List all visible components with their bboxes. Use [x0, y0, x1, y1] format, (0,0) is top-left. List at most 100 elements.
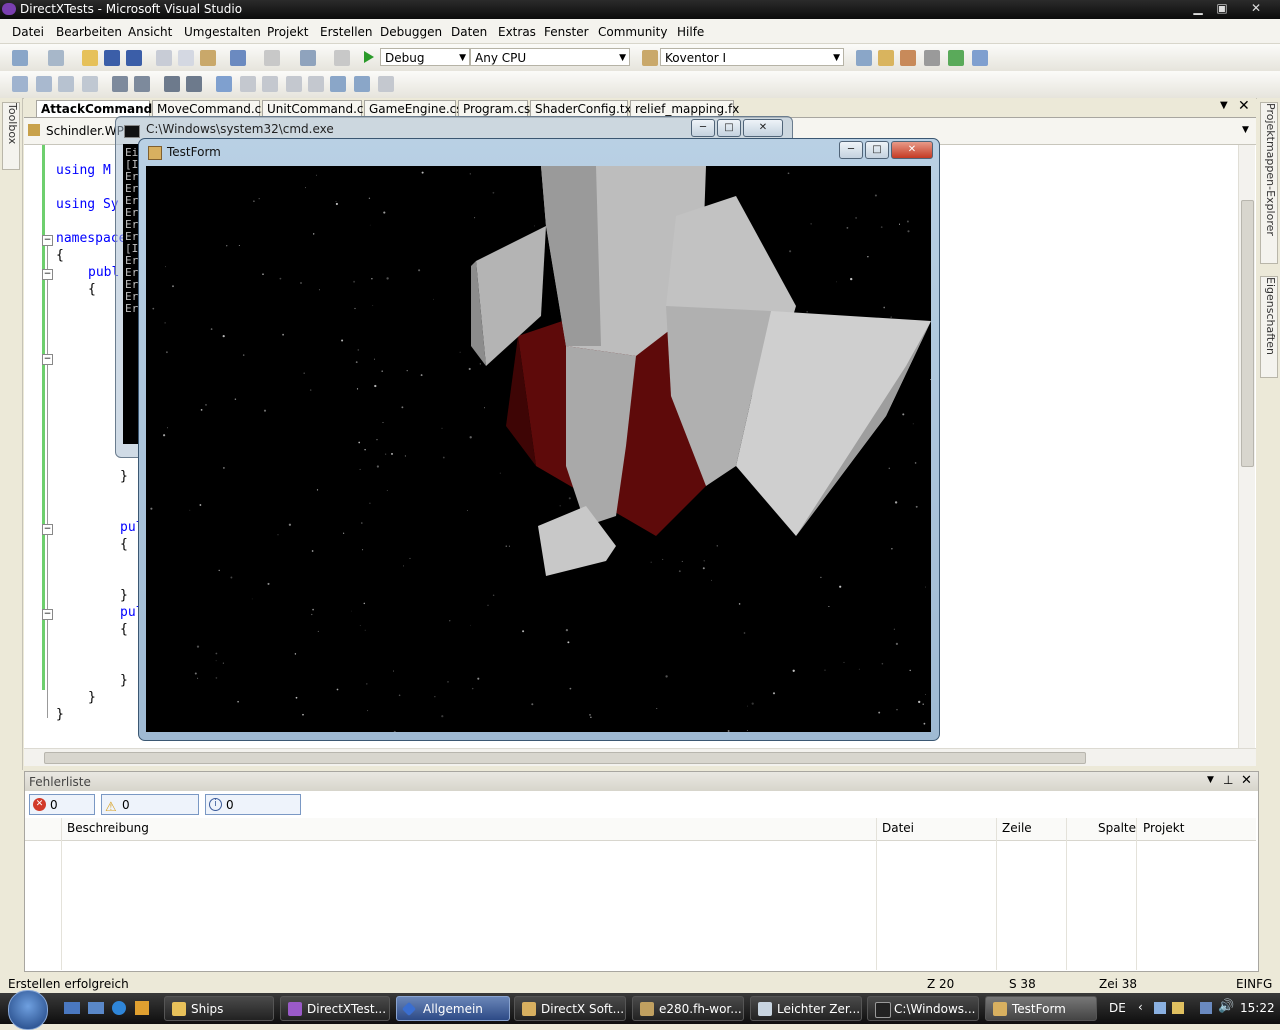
- minimize-icon[interactable]: ▁: [1186, 0, 1210, 17]
- navigate-back-icon[interactable]: [300, 50, 316, 66]
- increase-indent-icon[interactable]: [134, 76, 150, 92]
- language-indicator[interactable]: DE: [1109, 1001, 1126, 1015]
- new-project-icon[interactable]: [12, 50, 28, 66]
- clear-bookmarks-icon[interactable]: [378, 76, 394, 92]
- menu-projekt[interactable]: Projekt: [267, 25, 308, 39]
- save-icon[interactable]: [104, 50, 120, 66]
- task-directx-soft[interactable]: DirectX Soft...: [514, 996, 626, 1021]
- prev-bookmark-doc-icon[interactable]: [330, 76, 346, 92]
- config-select[interactable]: Debug ▼: [380, 48, 470, 66]
- close-icon[interactable]: ✕: [1244, 0, 1268, 17]
- member-dropdown-arrow[interactable]: ▼: [1242, 125, 1249, 135]
- menu-daten[interactable]: Daten: [451, 25, 487, 39]
- comment-icon[interactable]: [164, 76, 180, 92]
- testform-window[interactable]: TestForm ─ □ ✕: [138, 138, 940, 741]
- solution-explorer-tab[interactable]: Projektmappen-Explorer: [1260, 102, 1278, 264]
- menu-community[interactable]: Community: [598, 25, 667, 39]
- menu-hilfe[interactable]: Hilfe: [677, 25, 704, 39]
- testform-close-icon[interactable]: ✕: [891, 141, 933, 159]
- undo-icon[interactable]: [230, 50, 246, 66]
- start-debug-icon[interactable]: [364, 51, 374, 63]
- next-bookmark-folder-icon[interactable]: [308, 76, 324, 92]
- tab-relief-mapping[interactable]: relief_mapping.fx: [630, 100, 739, 117]
- col-project[interactable]: Projekt: [1143, 821, 1184, 835]
- type-dropdown[interactable]: Schindler.WP: [46, 124, 124, 138]
- panel-menu-icon[interactable]: ▼: [1207, 775, 1214, 785]
- editor-vertical-scrollbar[interactable]: [1238, 145, 1255, 748]
- task-cmd[interactable]: C:\Windows...: [867, 996, 979, 1021]
- open-icon[interactable]: [82, 50, 98, 66]
- properties-tab[interactable]: Eigenschaften: [1260, 276, 1278, 378]
- col-column[interactable]: Spalte: [1098, 821, 1136, 835]
- collapse-method1-icon[interactable]: −: [42, 354, 53, 365]
- editor-horizontal-scrollbar[interactable]: [24, 748, 1256, 766]
- tray-monitor-icon[interactable]: [1200, 1002, 1212, 1014]
- collapse-class-icon[interactable]: −: [42, 269, 53, 280]
- collapse-method2-icon[interactable]: −: [42, 524, 53, 535]
- tray-expand-icon[interactable]: ‹: [1138, 1000, 1143, 1014]
- collapse-namespace-icon[interactable]: −: [42, 235, 53, 246]
- clock[interactable]: 15:22: [1240, 1001, 1275, 1015]
- find-in-files-icon[interactable]: [642, 50, 658, 66]
- pin-icon[interactable]: ⊥: [1223, 773, 1233, 787]
- network-icon[interactable]: [1154, 1002, 1166, 1014]
- task-leichter-zer[interactable]: Leichter Zer...: [750, 996, 862, 1021]
- show-desktop-icon[interactable]: [64, 1002, 80, 1014]
- next-bookmark-doc-icon[interactable]: [354, 76, 370, 92]
- menu-extras[interactable]: Extras: [498, 25, 536, 39]
- cut-icon[interactable]: [156, 50, 172, 66]
- task-directxtests[interactable]: DirectXTest...: [280, 996, 390, 1021]
- col-description[interactable]: Beschreibung: [67, 821, 149, 835]
- toolbox-tab[interactable]: Toolbox: [2, 102, 20, 170]
- start-page-icon[interactable]: [948, 50, 964, 66]
- menu-erstellen[interactable]: Erstellen: [320, 25, 373, 39]
- uncomment-icon[interactable]: [186, 76, 202, 92]
- menu-bearbeiten[interactable]: Bearbeiten: [56, 25, 122, 39]
- copy-icon[interactable]: [178, 50, 194, 66]
- task-e280[interactable]: e280.fh-wor...: [632, 996, 744, 1021]
- quicklaunch-app-icon[interactable]: [135, 1001, 149, 1015]
- tab-movecommand[interactable]: MoveCommand.cs: [152, 100, 268, 117]
- platform-select[interactable]: Any CPU ▼: [470, 48, 630, 66]
- menu-ansicht[interactable]: Ansicht: [128, 25, 172, 39]
- tab-unitcommand[interactable]: UnitCommand.cs: [262, 100, 370, 117]
- errors-filter-button[interactable]: ✕ 0 Fehler: [29, 794, 95, 833]
- testform-maximize-icon[interactable]: □: [865, 141, 889, 159]
- warnings-filter-button[interactable]: ⚠ 0 Warnungen: [101, 794, 199, 833]
- menu-debuggen[interactable]: Debuggen: [380, 25, 442, 39]
- start-button[interactable]: [8, 990, 48, 1030]
- task-ships[interactable]: Ships: [164, 996, 274, 1021]
- task-testform[interactable]: TestForm: [985, 996, 1097, 1021]
- volume-icon[interactable]: 🔊: [1218, 999, 1234, 1014]
- object-browser-icon[interactable]: [900, 50, 916, 66]
- paste-icon[interactable]: [200, 50, 216, 66]
- solution-explorer-icon[interactable]: [856, 50, 872, 66]
- tab-attackcommand[interactable]: AttackCommand.cs: [36, 100, 171, 117]
- task-allgemein[interactable]: Allgemein: [396, 996, 510, 1021]
- prev-bookmark-icon[interactable]: [240, 76, 256, 92]
- cmd-close-icon[interactable]: ✕: [743, 119, 783, 137]
- add-item-icon[interactable]: [48, 50, 64, 66]
- quick-info-icon[interactable]: [58, 76, 74, 92]
- redo-icon[interactable]: [264, 50, 280, 66]
- render-viewport[interactable]: [146, 166, 931, 732]
- decrease-indent-icon[interactable]: [112, 76, 128, 92]
- messages-filter-button[interactable]: i 0 Meldungen: [205, 794, 301, 833]
- maximize-icon[interactable]: ▣: [1210, 0, 1234, 17]
- tab-shaderconfig[interactable]: ShaderConfig.txt: [530, 100, 636, 117]
- complete-word-icon[interactable]: [82, 76, 98, 92]
- tray-app-icon[interactable]: [1172, 1002, 1184, 1014]
- cmd-minimize-icon[interactable]: ─: [691, 119, 715, 137]
- col-file[interactable]: Datei: [882, 821, 914, 835]
- hscroll-thumb[interactable]: [44, 752, 1086, 764]
- toggle-bookmark-icon[interactable]: [216, 76, 232, 92]
- window-titlebar[interactable]: DirectXTests - Microsoft Visual Studio ▁…: [0, 0, 1280, 19]
- object-members-icon[interactable]: [12, 76, 28, 92]
- vscroll-thumb[interactable]: [1241, 200, 1254, 467]
- parameter-info-icon[interactable]: [36, 76, 52, 92]
- properties-icon[interactable]: [878, 50, 894, 66]
- close-panel-icon[interactable]: ✕: [1241, 773, 1252, 788]
- other-windows-icon[interactable]: [972, 50, 988, 66]
- save-all-icon[interactable]: [126, 50, 142, 66]
- navigate-forward-icon[interactable]: [334, 50, 350, 66]
